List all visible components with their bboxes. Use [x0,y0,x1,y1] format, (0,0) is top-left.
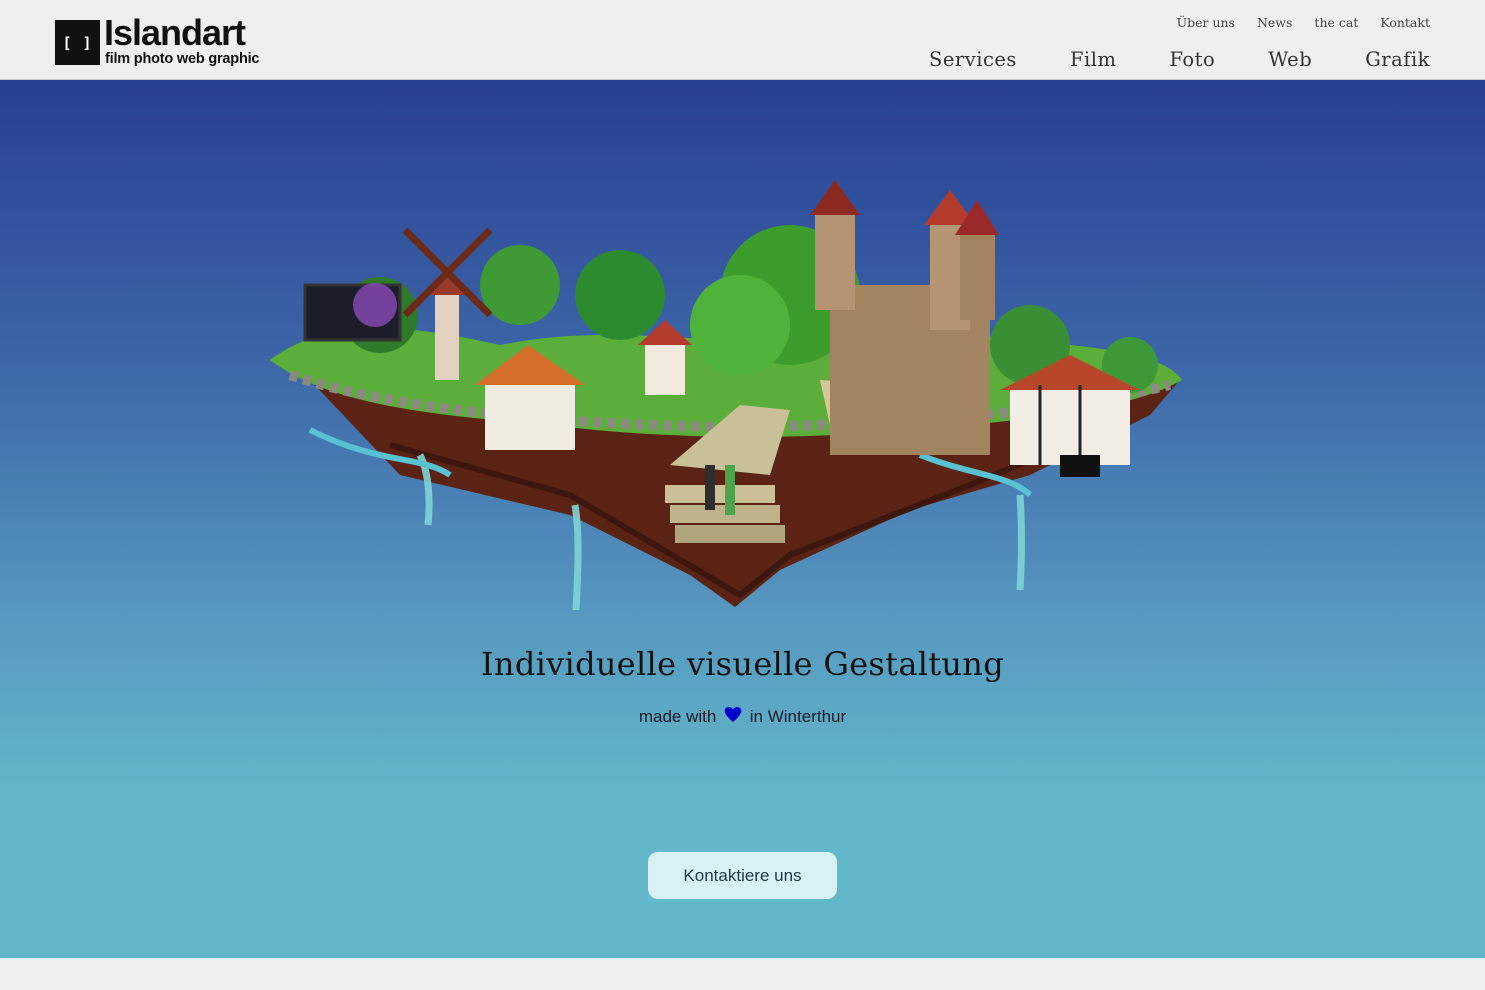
main-nav: Services Film Foto Web Grafik [929,48,1430,71]
nav-grafik[interactable]: Grafik [1365,48,1430,71]
top-link-ueber-uns[interactable]: Über uns [1177,15,1235,30]
hero-title: Individuelle visuelle Gestaltung [480,645,1004,683]
hero-subtitle-after: in Winterthur [749,707,847,726]
logo-tagline: film photo web graphic [105,51,260,67]
top-link-kontakt[interactable]: Kontakt [1380,15,1430,30]
heart-icon [724,707,742,722]
hero-subtitle-before: made with [638,707,717,726]
top-link-news[interactable]: News [1257,15,1292,30]
site-header: [ ] Islandart film photo web graphic Übe… [0,0,1485,80]
page-bottom-strip [0,958,1485,990]
floating-island-illustration [270,180,1182,610]
logo-mark: [ ] [55,20,100,65]
nav-foto[interactable]: Foto [1169,48,1215,71]
logo-name: Islandart [104,12,246,53]
nav-services[interactable]: Services [929,48,1017,71]
top-links: Über uns News the cat Kontakt [1177,15,1430,30]
hero-section: Individuelle visuelle Gestaltung made wi… [0,80,1485,958]
top-link-the-cat[interactable]: the cat [1314,15,1358,30]
logo[interactable]: [ ] Islandart film photo web graphic [55,12,280,70]
nav-web[interactable]: Web [1268,48,1312,71]
nav-film[interactable]: Film [1070,48,1117,71]
contact-us-button[interactable]: Kontaktiere uns [648,852,837,899]
hero-subtitle: made with in Winterthur [0,706,1485,727]
